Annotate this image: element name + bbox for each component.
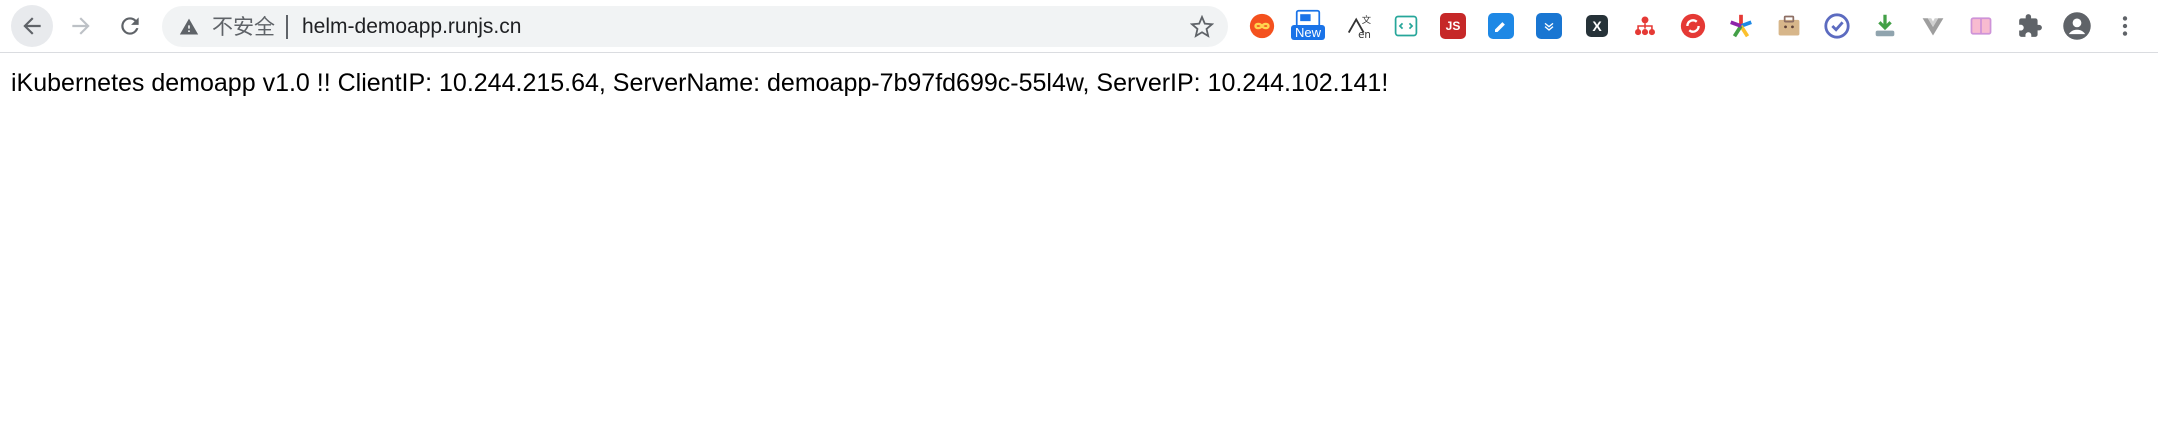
- reload-button[interactable]: [109, 5, 151, 47]
- js-badge: JS: [1440, 13, 1466, 39]
- new-extension-icon[interactable]: New: [1291, 7, 1326, 40]
- x-label: X: [1586, 15, 1608, 37]
- url-text[interactable]: helm-demoapp.runjs.cn: [302, 15, 521, 39]
- pocket-extension-icon[interactable]: [1534, 11, 1564, 41]
- svg-text:en: en: [1358, 29, 1371, 40]
- forward-button[interactable]: [60, 5, 102, 47]
- pinwheel-extension-icon[interactable]: [1726, 11, 1756, 41]
- tree-extension-icon[interactable]: [1630, 11, 1660, 41]
- reload-icon: [121, 17, 139, 35]
- browser-toolbar: 不安全 helm-demoapp.runjs.cn New en 文 JS X: [0, 0, 2158, 53]
- arrow-right-icon: [72, 17, 90, 35]
- omnibox-separator: [286, 15, 288, 39]
- back-button[interactable]: [11, 5, 53, 47]
- pen-extension-icon[interactable]: [1486, 11, 1516, 41]
- new-badge: New: [1291, 25, 1326, 40]
- x-extension-icon[interactable]: X: [1582, 11, 1612, 41]
- star-icon[interactable]: [1190, 15, 1214, 39]
- vertical-dots-icon[interactable]: [2110, 11, 2140, 41]
- svg-text:文: 文: [1362, 14, 1371, 26]
- security-label[interactable]: 不安全: [212, 15, 275, 39]
- profile-avatar-icon[interactable]: [2062, 11, 2092, 41]
- toolbox-extension-icon[interactable]: [1774, 11, 1804, 41]
- infinity-extension-icon[interactable]: [1247, 11, 1277, 41]
- puzzle-extensions-icon[interactable]: [2015, 11, 2045, 41]
- js-extension-icon[interactable]: JS: [1438, 11, 1468, 41]
- translate-extension-icon[interactable]: en 文: [1344, 11, 1374, 41]
- vue-extension-icon[interactable]: [1918, 11, 1948, 41]
- arrow-left-icon: [23, 17, 41, 35]
- check-extension-icon[interactable]: [1822, 11, 1852, 41]
- book-extension-icon[interactable]: [1966, 11, 1996, 41]
- download-extension-icon[interactable]: [1870, 11, 1900, 41]
- sync-extension-icon[interactable]: [1678, 11, 1708, 41]
- warning-triangle-icon[interactable]: [179, 17, 199, 37]
- code-extension-icon[interactable]: [1391, 11, 1421, 41]
- page-body-text: iKubernetes demoapp v1.0 !! ClientIP: 10…: [11, 69, 1389, 97]
- address-bar[interactable]: 不安全 helm-demoapp.runjs.cn: [162, 6, 1228, 47]
